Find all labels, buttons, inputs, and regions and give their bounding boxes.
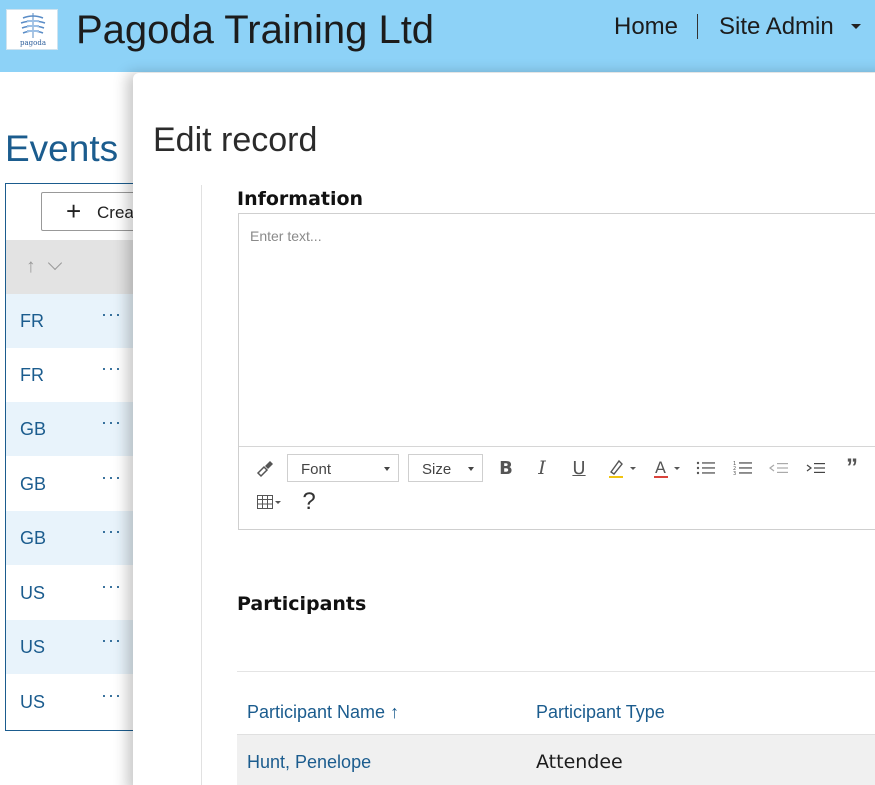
nav-home-link[interactable]: Home (614, 13, 678, 41)
svg-text:A: A (655, 458, 666, 477)
sort-ascending-icon[interactable]: ↑ (390, 702, 399, 722)
events-list: + Creat ↑ FR ··· FR ··· GB ··· GB ··· GB… (5, 183, 145, 731)
svg-text:3: 3 (733, 471, 736, 476)
country-code[interactable]: GB (20, 474, 46, 495)
outdent-icon[interactable] (767, 456, 791, 480)
page-title: Events (5, 128, 119, 169)
more-options-icon[interactable]: ··· (101, 630, 122, 651)
plus-icon: + (66, 196, 82, 226)
size-select[interactable]: Size (408, 454, 483, 482)
participant-name-link[interactable]: Hunt, Penelope (247, 752, 371, 773)
list-item[interactable]: FR ··· (6, 348, 144, 402)
list-item[interactable]: US ··· (6, 675, 144, 729)
nav-site-admin-menu[interactable]: Site Admin (719, 13, 834, 41)
bullet-list-icon[interactable] (694, 456, 718, 480)
nav-separator (697, 14, 698, 39)
country-code[interactable]: GB (20, 419, 46, 440)
chevron-down-icon[interactable] (47, 255, 63, 271)
indent-icon[interactable] (804, 456, 828, 480)
underline-button[interactable]: U (567, 456, 591, 480)
font-select-label: Font (301, 461, 332, 478)
column-header-participant-name[interactable]: Participant Name ↑ (247, 702, 399, 723)
more-options-icon[interactable]: ··· (101, 304, 122, 325)
information-editor: Font Size B I U A 123 ” (238, 213, 875, 530)
bold-button[interactable]: B (494, 456, 518, 480)
country-code[interactable]: GB (20, 528, 46, 549)
quote-icon[interactable]: ” (840, 454, 864, 481)
table-icon[interactable] (253, 490, 285, 514)
participants-label: Participants (237, 593, 367, 615)
information-label: Information (237, 188, 364, 210)
numbered-list-icon[interactable]: 123 (731, 456, 755, 480)
create-button[interactable]: + Creat (41, 192, 144, 231)
list-item[interactable]: FR ··· (6, 294, 144, 348)
list-item[interactable]: US ··· (6, 566, 144, 620)
list-item[interactable]: GB ··· (6, 511, 144, 565)
caret-down-icon (384, 467, 390, 471)
pagoda-logo[interactable]: pagoda (6, 9, 58, 50)
help-icon[interactable]: ? (297, 488, 321, 516)
column-header-label: Participant Name (247, 702, 386, 722)
site-header: pagoda Pagoda Training Ltd Home Site Adm… (0, 0, 875, 72)
divider (201, 185, 202, 785)
country-code[interactable]: US (20, 637, 45, 658)
list-item[interactable]: GB ··· (6, 457, 144, 511)
more-options-icon[interactable]: ··· (101, 685, 122, 706)
paint-format-icon[interactable] (253, 456, 277, 480)
site-title[interactable]: Pagoda Training Ltd (76, 8, 434, 53)
country-code[interactable]: FR (20, 365, 44, 386)
more-options-icon[interactable]: ··· (101, 521, 122, 542)
country-code[interactable]: US (20, 583, 45, 604)
more-options-icon[interactable]: ··· (101, 412, 122, 433)
more-options-icon[interactable]: ··· (101, 358, 122, 379)
list-item[interactable]: GB ··· (6, 402, 144, 456)
more-options-icon[interactable]: ··· (101, 576, 122, 597)
edit-record-panel: Edit record Information Font Size B I U … (133, 73, 875, 785)
participant-type-value: Attendee (536, 751, 623, 773)
font-select[interactable]: Font (287, 454, 399, 482)
highlight-color-icon[interactable] (605, 456, 637, 480)
size-select-label: Size (422, 461, 452, 478)
country-code[interactable]: FR (20, 311, 44, 332)
country-code[interactable]: US (20, 692, 45, 713)
panel-title: Edit record (153, 121, 318, 159)
caret-down-icon[interactable] (851, 24, 861, 29)
caret-down-icon (468, 467, 474, 471)
list-item[interactable]: US ··· (6, 620, 144, 674)
divider (237, 671, 875, 672)
list-header[interactable]: ↑ (6, 240, 144, 294)
information-text-area[interactable] (239, 214, 875, 447)
logo-text: pagoda (19, 39, 46, 47)
sort-ascending-icon[interactable]: ↑ (26, 256, 36, 278)
font-color-icon[interactable]: A (650, 456, 682, 480)
column-header-participant-type[interactable]: Participant Type (536, 702, 665, 723)
more-options-icon[interactable]: ··· (101, 467, 122, 488)
italic-button[interactable]: I (530, 456, 554, 480)
